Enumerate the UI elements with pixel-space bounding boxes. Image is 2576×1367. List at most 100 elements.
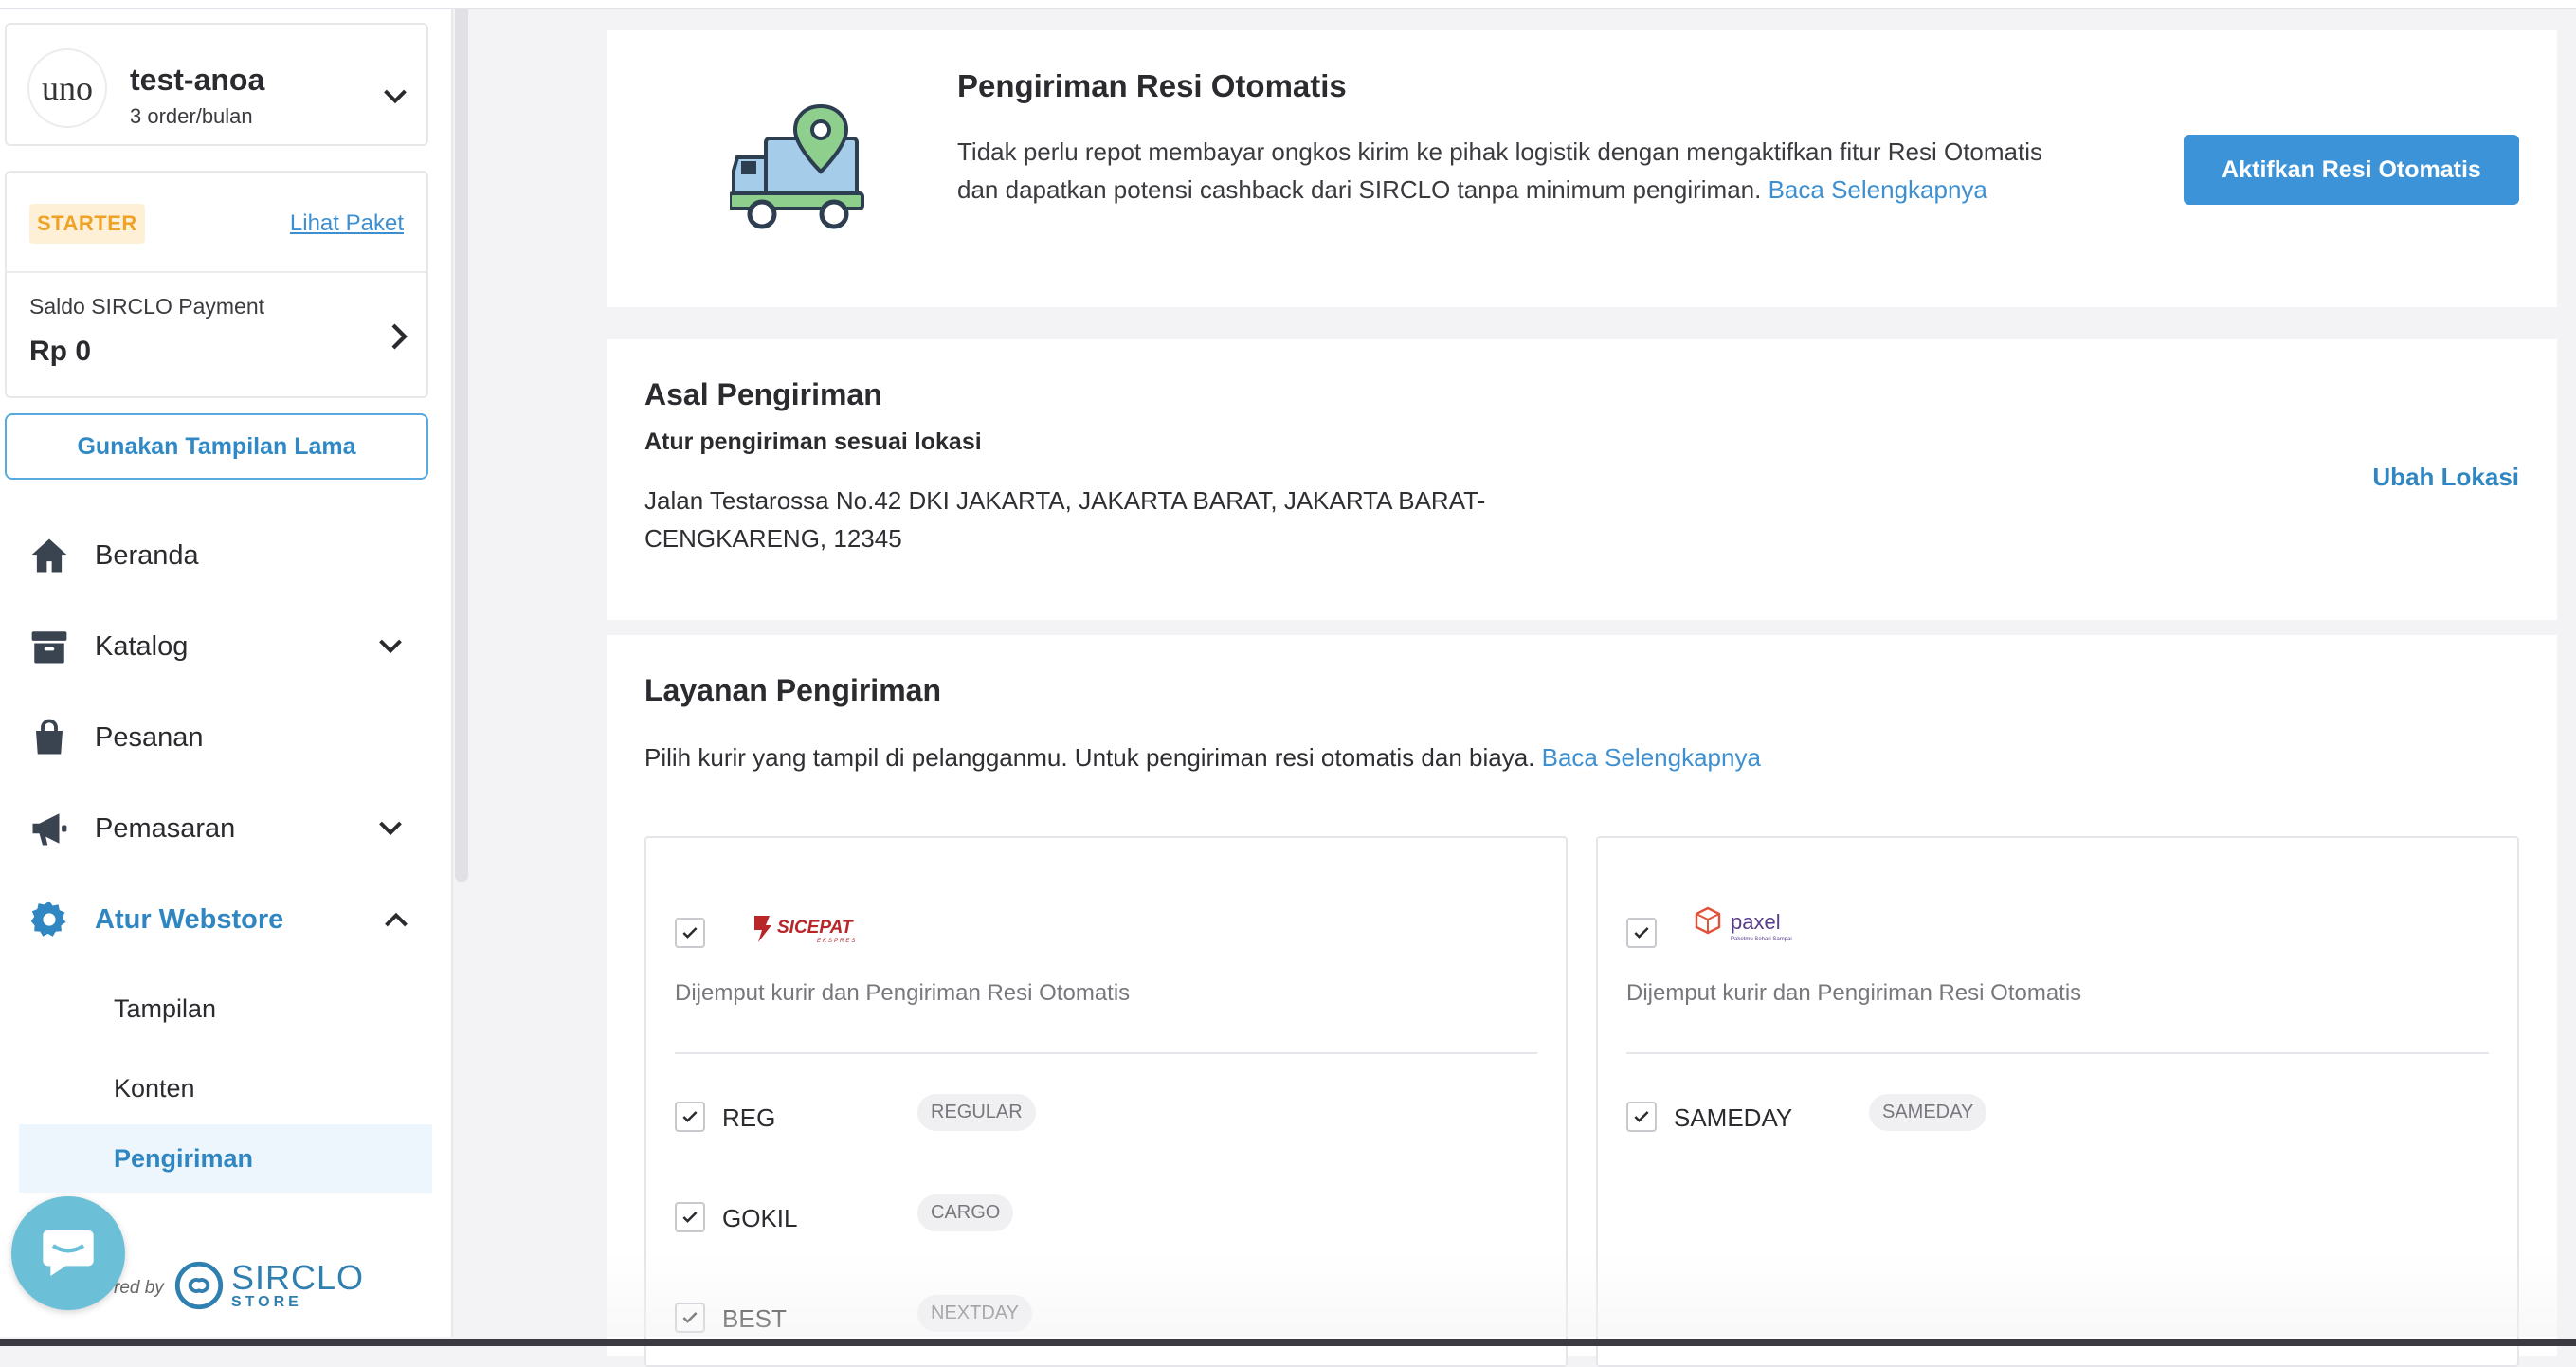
powered-by-text: red by <box>114 1278 164 1298</box>
shipping-services-title: Layanan Pengiriman <box>644 673 941 707</box>
sub-item-label: Konten <box>114 1073 195 1103</box>
activate-auto-receipt-button[interactable]: Aktifkan Resi Otomatis <box>2184 135 2519 205</box>
plan-badge: STARTER <box>29 204 145 244</box>
nav-item-atur-webstore[interactable]: Atur Webstore <box>0 882 436 957</box>
archive-icon <box>28 626 70 667</box>
check-icon <box>1634 1111 1649 1122</box>
read-more-link[interactable]: Baca Selengkapnya <box>1542 743 1761 772</box>
store-name: test-anoa <box>130 63 265 97</box>
service-checkbox[interactable] <box>1626 1102 1657 1132</box>
service-tag: CARGO <box>917 1194 1014 1231</box>
nav-item-pemasaran[interactable]: Pemasaran <box>0 791 436 866</box>
service-tag: SAMEDAY <box>1869 1094 1987 1131</box>
delivery-truck-icon <box>730 103 864 229</box>
divider <box>1626 1052 2489 1054</box>
sub-item-label: Tampilan <box>114 993 217 1023</box>
store-switcher[interactable]: uno test-anoa 3 order/bulan <box>5 23 428 146</box>
bag-icon <box>28 717 70 758</box>
nav-label: Beranda <box>95 539 199 571</box>
bottom-border <box>0 1339 2576 1346</box>
change-location-link[interactable]: Ubah Lokasi <box>2372 463 2519 492</box>
sidebar-scrollbar[interactable] <box>455 9 468 882</box>
service-name: GOKIL <box>722 1204 798 1232</box>
service-row-best: BEST NEXTDAY <box>675 1295 1243 1342</box>
balance-label: Saldo SIRCLO Payment <box>29 294 265 319</box>
store-quota: 3 order/bulan <box>130 104 253 128</box>
service-tag: REGULAR <box>917 1094 1036 1131</box>
store-logo: uno <box>27 48 107 128</box>
brand-sub: STORE <box>231 1294 302 1310</box>
check-icon <box>682 1212 698 1223</box>
nav-item-pesanan[interactable]: Pesanan <box>0 700 436 775</box>
origin-address: Jalan Testarossa No.42 DKI JAKARTA, JAKA… <box>644 486 1486 553</box>
shipping-origin-title: Asal Pengiriman <box>644 377 882 411</box>
services-text: Pilih kurir yang tampil di pelangganmu. … <box>644 743 1535 772</box>
nav-label: Pemasaran <box>95 812 236 844</box>
read-more-link[interactable]: Baca Selengkapnya <box>1769 175 1987 204</box>
auto-receipt-description: Tidak perlu repot membayar ongkos kirim … <box>957 133 2057 209</box>
nav-label: Atur Webstore <box>95 903 284 935</box>
courier-description: Dijemput kurir dan Pengiriman Resi Otoma… <box>1626 980 2082 1006</box>
megaphone-icon <box>28 808 70 849</box>
check-icon <box>1634 927 1649 939</box>
courier-card-sicepat: SICEPAT EKSPRES Dijemput kurir dan Pengi… <box>644 836 1568 1367</box>
check-icon <box>682 1312 698 1323</box>
sirclo-logo: SIRCLO STORE <box>174 1261 364 1310</box>
sub-item-tampilan[interactable]: Tampilan <box>19 975 432 1043</box>
chat-icon <box>43 1230 94 1276</box>
auto-receipt-card: Pengiriman Resi Otomatis Tidak perlu rep… <box>607 30 2557 307</box>
service-row-gokil: GOKIL CARGO <box>675 1194 1243 1242</box>
paxel-logo: paxel Paketmu Sehari Sampai <box>1695 906 1792 942</box>
chevron-down-icon[interactable] <box>373 629 408 664</box>
service-tag: NEXTDAY <box>917 1295 1032 1332</box>
sicepat-logo: SICEPAT EKSPRES <box>754 916 857 944</box>
use-old-view-button[interactable]: Gunakan Tampilan Lama <box>5 413 428 480</box>
courier-name: paxel <box>1731 910 1781 934</box>
nav-label: Katalog <box>95 630 189 662</box>
sub-item-konten[interactable]: Konten <box>19 1054 432 1122</box>
chevron-down-icon[interactable] <box>378 80 412 114</box>
service-name: SAMEDAY <box>1674 1103 1793 1132</box>
divider <box>7 271 426 273</box>
shipping-services-description: Pilih kurir yang tampil di pelangganmu. … <box>644 743 1761 773</box>
courier-card-paxel: paxel Paketmu Sehari Sampai Dijemput kur… <box>1596 836 2519 1367</box>
auto-receipt-title: Pengiriman Resi Otomatis <box>957 68 1347 103</box>
courier-name-sub: Paketmu Sehari Sampai <box>1731 937 1792 942</box>
sub-item-pengiriman[interactable]: Pengiriman <box>19 1124 432 1193</box>
sub-item-label: Pengiriman <box>114 1143 254 1173</box>
divider <box>675 1052 1537 1054</box>
nav-item-beranda[interactable]: Beranda <box>0 518 436 593</box>
top-border <box>0 0 2576 9</box>
plan-card: STARTER Lihat Paket Saldo SIRCLO Payment… <box>5 171 428 398</box>
service-name: BEST <box>722 1304 787 1333</box>
gear-icon <box>28 899 70 940</box>
shipping-origin-card: Asal Pengiriman Atur pengiriman sesuai l… <box>607 339 2557 620</box>
courier-description: Dijemput kurir dan Pengiriman Resi Otoma… <box>675 980 1131 1006</box>
courier-name-sub: EKSPRES <box>817 939 857 944</box>
courier-checkbox[interactable] <box>1626 918 1657 948</box>
service-row-sameday: SAMEDAY SAMEDAY <box>1626 1094 2195 1141</box>
view-plan-link[interactable]: Lihat Paket <box>290 210 404 237</box>
service-checkbox[interactable] <box>675 1102 705 1132</box>
service-checkbox[interactable] <box>675 1202 705 1232</box>
shipping-services-card: Layanan Pengiriman Pilih kurir yang tamp… <box>607 635 2557 1367</box>
check-icon <box>682 1111 698 1122</box>
brand-name: SIRCLO <box>231 1258 365 1297</box>
sidebar: uno test-anoa 3 order/bulan STARTER Liha… <box>0 9 453 1337</box>
nav-item-katalog[interactable]: Katalog <box>0 609 436 684</box>
service-checkbox[interactable] <box>675 1303 705 1333</box>
home-icon <box>28 535 70 576</box>
service-row-reg: REG REGULAR <box>675 1094 1243 1141</box>
courier-name: SICEPAT <box>777 918 854 938</box>
shipping-origin-subtitle: Atur pengiriman sesuai lokasi <box>644 428 982 455</box>
sirclo-mark-icon <box>174 1261 224 1310</box>
service-name: REG <box>722 1103 776 1132</box>
chevron-up-icon[interactable] <box>379 902 413 937</box>
check-icon <box>682 927 698 939</box>
balance-value: Rp 0 <box>29 336 92 367</box>
nav-label: Pesanan <box>95 721 204 753</box>
chat-button[interactable] <box>11 1196 125 1310</box>
chevron-right-icon[interactable] <box>382 319 416 354</box>
chevron-down-icon[interactable] <box>373 811 408 846</box>
courier-checkbox[interactable] <box>675 918 705 948</box>
